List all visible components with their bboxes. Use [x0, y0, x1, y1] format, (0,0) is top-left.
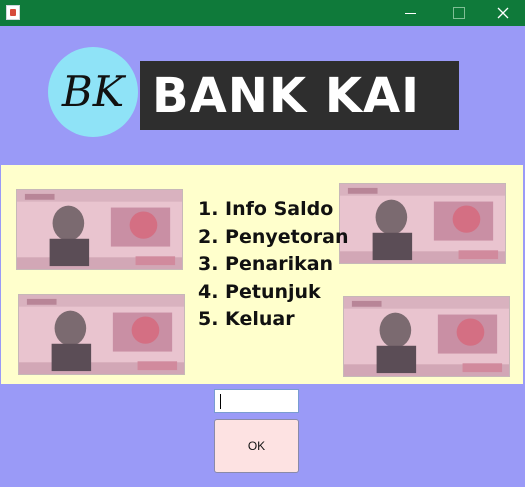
menu-choice-input[interactable] — [214, 389, 299, 413]
banknote-image — [18, 294, 185, 375]
logo-badge-text: BK — [61, 67, 125, 116]
banknote-image — [339, 183, 506, 264]
java-app-icon — [6, 5, 20, 20]
menu-item-info-saldo: 1. Info Saldo — [198, 198, 334, 220]
banknote-image — [343, 296, 510, 377]
banknote-image — [16, 189, 183, 270]
ok-button[interactable]: OK — [214, 419, 299, 473]
minimize-icon — [404, 12, 416, 14]
menu-item-petunjuk: 4. Petunjuk — [198, 280, 321, 303]
title-bar[interactable] — [0, 0, 525, 26]
menu-options-list: 1. Info Saldo 2. Penyetoran 3. Penarikan… — [198, 196, 349, 334]
menu-item-penyetoran: 2. Penyetoran — [198, 225, 349, 248]
minimize-button[interactable] — [387, 0, 433, 26]
ok-button-label: OK — [247, 439, 266, 453]
bank-name-logo-text: BANK KAI — [152, 68, 421, 124]
text-caret — [220, 394, 221, 409]
close-button[interactable] — [480, 0, 525, 26]
app-window: BANK KAI BK 1. Info Saldo 2. Penyetoran … — [0, 0, 525, 487]
maximize-button[interactable] — [436, 0, 482, 26]
maximize-icon — [453, 7, 465, 19]
close-icon — [497, 7, 509, 19]
menu-item-penarikan: 3. Penarikan — [198, 253, 334, 275]
menu-item-keluar: 5. Keluar — [198, 308, 295, 330]
